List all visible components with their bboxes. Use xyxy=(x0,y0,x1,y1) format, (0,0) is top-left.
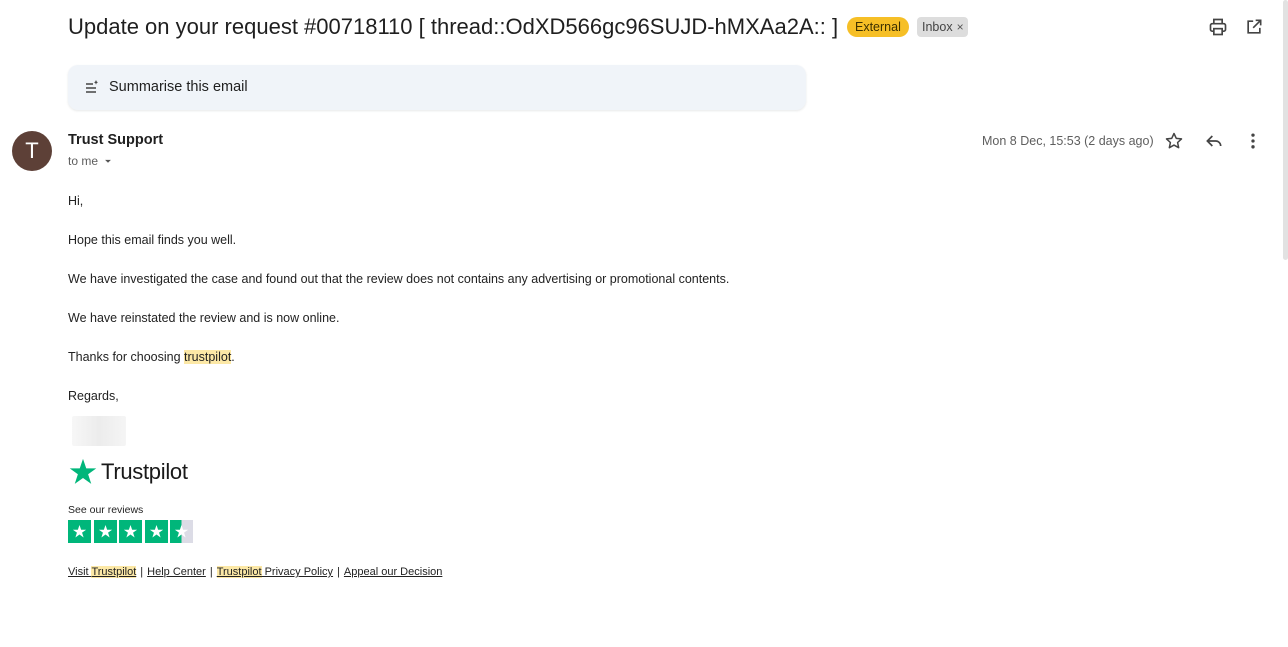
trustpilot-logo[interactable]: Trustpilot xyxy=(68,457,188,487)
chevron-down-icon xyxy=(105,159,111,163)
visit-trustpilot-link[interactable]: Visit Trustpilot xyxy=(68,566,137,578)
trustpilot-wordmark: Trustpilot xyxy=(101,459,188,484)
link-separator: | xyxy=(140,566,144,578)
summarise-label: Summarise this email xyxy=(109,79,248,95)
star-button[interactable] xyxy=(1162,129,1186,153)
visit-prefix: Visit xyxy=(68,566,92,578)
trustpilot-star-icon xyxy=(69,458,97,484)
regards: Regards, xyxy=(68,389,119,403)
recipient-text: to me xyxy=(68,154,99,168)
summarise-email-button[interactable]: Summarise this email xyxy=(68,65,806,110)
inbox-label-text: Inbox xyxy=(922,20,953,34)
body-line-2: We have investigated the case and found … xyxy=(68,272,730,286)
search-highlight: trustpilot xyxy=(184,350,232,364)
email-subject: Update on your request #00718110 [ threa… xyxy=(68,14,839,39)
rating-star xyxy=(93,520,117,543)
appeal-decision-link[interactable]: Appeal our Decision xyxy=(344,566,442,578)
see-our-reviews: See our reviews xyxy=(68,504,144,516)
open-in-new-window-button[interactable] xyxy=(1242,15,1266,39)
link-separator: | xyxy=(209,566,213,578)
message-date: Mon 8 Dec, 15:53 (2 days ago) xyxy=(982,134,1154,148)
rating-star xyxy=(144,520,168,543)
redacted-signature xyxy=(72,416,126,446)
body-line-3: We have reinstated the review and is now… xyxy=(68,311,340,325)
print-icon xyxy=(1209,18,1227,36)
privacy-highlight: Trustpilot xyxy=(216,566,262,578)
remove-label-button[interactable]: × xyxy=(957,20,964,34)
privacy-policy-link[interactable]: Trustpilot Privacy Policy xyxy=(216,566,334,578)
visit-highlight: Trustpilot xyxy=(91,566,137,578)
external-badge: External xyxy=(847,17,909,37)
sender-avatar[interactable]: T xyxy=(12,131,52,171)
more-options-button[interactable] xyxy=(1241,129,1265,153)
recipient-details-toggle[interactable]: to me xyxy=(68,154,115,168)
body-line-4: Thanks for choosing trustpilot. xyxy=(68,350,235,364)
rating-star-half xyxy=(170,520,193,543)
thanks-prefix: Thanks for choosing xyxy=(68,350,185,364)
reply-button[interactable] xyxy=(1202,129,1226,153)
reply-icon xyxy=(1206,135,1222,147)
open-in-new-window-icon xyxy=(1247,19,1262,34)
more-vertical-icon xyxy=(1251,133,1255,149)
sender-name[interactable]: Trust Support xyxy=(68,132,163,148)
rating-star xyxy=(119,520,142,543)
rating-stars[interactable] xyxy=(68,520,196,543)
summarise-icon xyxy=(86,80,98,93)
thanks-suffix: . xyxy=(231,350,235,364)
link-separator: | xyxy=(337,566,340,578)
greeting: Hi, xyxy=(68,194,84,208)
body-line-1: Hope this email finds you well. xyxy=(68,233,237,247)
footer-links: Visit Trustpilot | Help Center | Trustpilot … xyxy=(68,566,442,578)
print-button[interactable] xyxy=(1206,15,1230,39)
inbox-label-chip: Inbox × xyxy=(917,17,968,37)
help-center-link[interactable]: Help Center xyxy=(147,566,206,578)
star-icon xyxy=(1165,132,1183,149)
privacy-suffix: Privacy Policy xyxy=(261,566,334,578)
scrollbar[interactable] xyxy=(1283,0,1288,260)
rating-star xyxy=(68,520,91,543)
